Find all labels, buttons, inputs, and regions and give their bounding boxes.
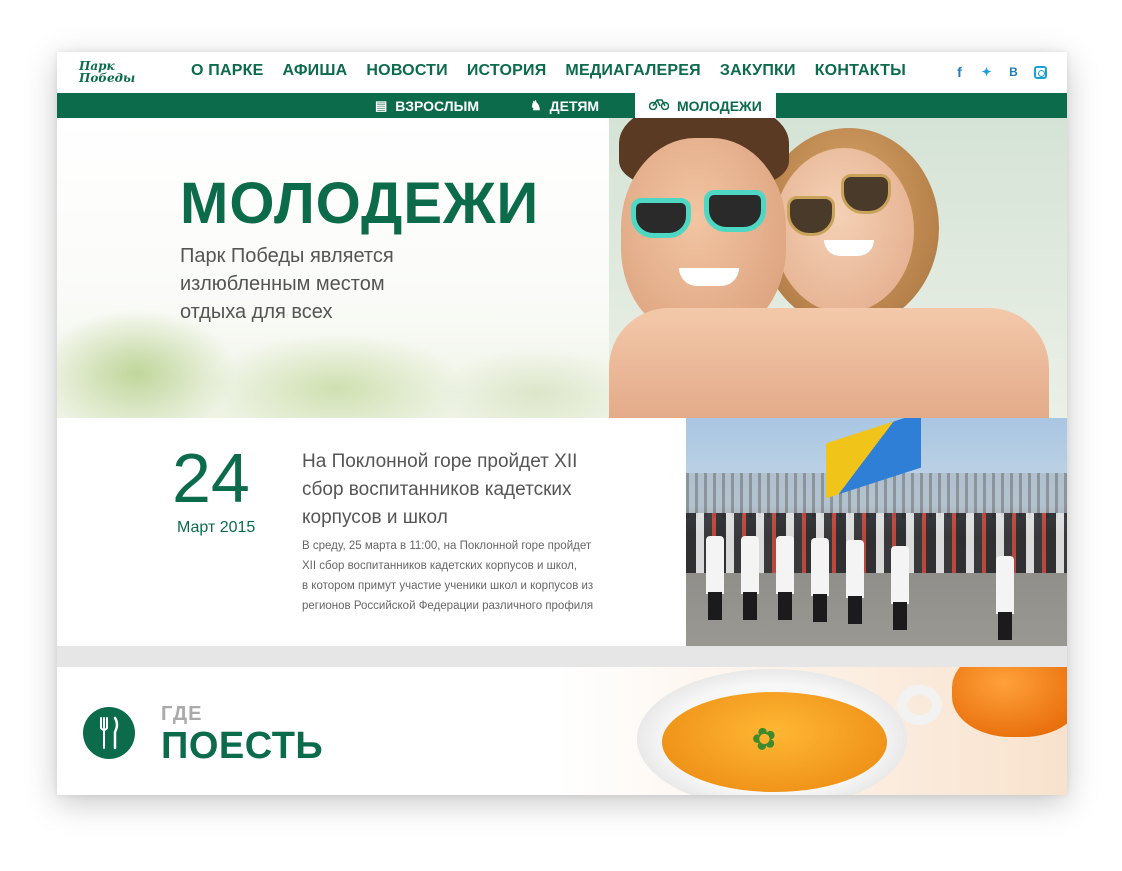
audience-tabs: ▤ ВЗРОСЛЫМ ♞ ДЕТЯМ МОЛОДЕЖИ — [57, 93, 1067, 118]
main-nav: О ПАРКЕ АФИША НОВОСТИ ИСТОРИЯ МЕДИАГАЛЕР… — [191, 62, 925, 80]
news-month: Март 2015 — [177, 519, 256, 536]
instagram-icon[interactable] — [1034, 65, 1047, 79]
twitter-icon[interactable]: ✦ — [980, 65, 993, 79]
news-day: 24 — [172, 439, 250, 517]
rocking-horse-icon: ♞ — [530, 97, 542, 113]
nav-item-history[interactable]: ИСТОРИЯ — [467, 62, 547, 80]
logo-line2: Победы — [79, 71, 136, 85]
news-text-line: XII сбор воспитанников кадетских корпусо… — [302, 560, 578, 572]
hero-photo — [609, 118, 1067, 418]
tab-youth[interactable]: МОЛОДЕЖИ — [635, 93, 776, 118]
news-text-line: в котором примут участие ученики школ и … — [302, 580, 594, 592]
news-text: В среду, 25 марта в 11:00, на Поклонной … — [302, 536, 637, 616]
bench-icon: ▤ — [375, 97, 388, 113]
tab-kids-label: ДЕТЯМ — [549, 97, 600, 114]
cutlery-icon — [83, 707, 135, 759]
news-text-line: регионов Российской Федерации различного… — [302, 600, 594, 612]
hero-subtitle: Парк Победы является излюбленным местом … — [180, 245, 394, 323]
bicycle-icon — [648, 98, 670, 113]
hero-title: МОЛОДЕЖИ — [180, 171, 540, 236]
logo[interactable]: Парк Победы — [79, 60, 135, 84]
header: Парк Победы О ПАРКЕ АФИША НОВОСТИ ИСТОРИ… — [57, 52, 1067, 93]
tab-kids[interactable]: ♞ ДЕТЯМ — [530, 93, 599, 118]
tab-youth-label: МОЛОДЕЖИ — [677, 97, 762, 114]
hero-banner: МОЛОДЕЖИ Парк Победы является излюбленны… — [57, 118, 1067, 418]
tab-adults-label: ВЗРОСЛЫМ — [395, 97, 479, 114]
facebook-icon[interactable]: f — [953, 64, 966, 80]
news-photo[interactable] — [686, 418, 1067, 646]
nav-item-gallery[interactable]: МЕДИАГАЛЕРЕЯ — [565, 62, 700, 80]
food-photo: ✿ — [557, 667, 1067, 795]
nav-item-afisha[interactable]: АФИША — [282, 62, 347, 80]
news-item[interactable]: 24 Март 2015 На Поклонной горе пройдет X… — [57, 418, 1067, 646]
nav-item-news[interactable]: НОВОСТИ — [366, 62, 447, 80]
food-label-big: ПОЕСТЬ — [161, 725, 324, 767]
nav-item-about[interactable]: О ПАРКЕ — [191, 62, 263, 80]
section-divider — [57, 646, 1067, 667]
news-text-line: В среду, 25 марта в 11:00, на Поклонной … — [302, 540, 592, 552]
news-title[interactable]: На Поклонной горе пройдет XII сбор воспи… — [302, 448, 622, 532]
social-links: f ✦ B — [953, 64, 1047, 80]
nav-item-contacts[interactable]: КОНТАКТЫ — [815, 62, 906, 80]
page-frame: Парк Победы О ПАРКЕ АФИША НОВОСТИ ИСТОРИ… — [57, 52, 1067, 795]
nav-item-purchases[interactable]: ЗАКУПКИ — [720, 62, 796, 80]
food-label-small: ГДЕ — [161, 703, 203, 725]
tab-adults[interactable]: ▤ ВЗРОСЛЫМ — [375, 93, 479, 118]
food-section[interactable]: ГДЕ ПОЕСТЬ ✿ — [57, 667, 1067, 795]
vk-icon[interactable]: B — [1007, 65, 1020, 79]
